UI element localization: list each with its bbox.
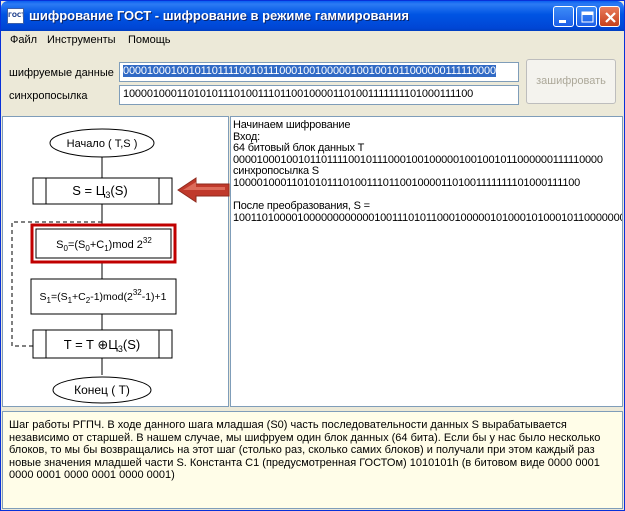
encrypt-button[interactable]: зашифровать	[526, 59, 616, 104]
flowchart-diagram: Начало ( T,S ) S = Ц3(S) S0=(S0+C1)mod 2…	[11, 128, 230, 404]
log-line: После преобразования, S =	[233, 200, 370, 213]
step-cipher-label: S = Ц3(S)	[72, 183, 127, 200]
log-line: Начинаем шифрование	[233, 119, 351, 131]
menu-tools[interactable]: Инструменты	[47, 34, 116, 46]
log-panel[interactable]: Начинаем шифрование Вход: 64 битовый бло…	[230, 116, 623, 407]
app-window: ГОСТ шифрование ГОСТ - шифрование в режи…	[0, 0, 625, 511]
step-s1-label: S1=(S1+C2-1)mod(232-1)+1	[39, 288, 166, 305]
log-line: 1001101000010000000000001001110101100010…	[233, 211, 623, 224]
close-icon	[605, 12, 616, 23]
sync-label: синхропосылка	[9, 90, 88, 102]
flowchart-panel: Начало ( T,S ) S = Ц3(S) S0=(S0+C1)mod 2…	[2, 116, 230, 407]
data-input-value: 0000100010010110111100101110001001000001…	[123, 65, 496, 77]
step-xor-label: T = T ⊕Ц3(S)	[64, 337, 141, 354]
menu-help[interactable]: Помощь	[128, 34, 171, 46]
sync-input-value: 1000010001101010111010011101100100001101…	[123, 88, 474, 100]
data-label: шифруемые данные	[9, 67, 114, 79]
description-panel: Шаг работы РГПЧ. В ходе данного шага мла…	[2, 411, 623, 509]
maximize-button[interactable]	[576, 6, 597, 27]
close-button[interactable]	[599, 6, 620, 27]
log-line: 1000010001101010111010011101100100001101…	[233, 176, 581, 189]
sync-input[interactable]: 1000010001101010111010011101100100001101…	[119, 85, 519, 105]
title-bar[interactable]: ГОСТ шифрование ГОСТ - шифрование в режи…	[1, 1, 624, 31]
app-icon: ГОСТ	[7, 8, 24, 24]
menu-bar: Файл Инструменты Помощь	[1, 31, 624, 50]
maximize-icon	[581, 11, 594, 23]
window-title: шифрование ГОСТ - шифрование в режиме га…	[29, 8, 410, 23]
current-step-arrow-icon	[177, 177, 230, 203]
description-text: Шаг работы РГПЧ. В ходе данного шага мла…	[9, 419, 601, 481]
minimize-button[interactable]	[553, 6, 574, 27]
data-input[interactable]: 0000100010010110111100101110001001000001…	[119, 62, 519, 82]
minimize-icon	[559, 20, 566, 23]
end-label: Конец ( T)	[74, 383, 130, 397]
menu-file[interactable]: Файл	[10, 34, 37, 46]
start-label: Начало ( T,S )	[67, 138, 138, 150]
